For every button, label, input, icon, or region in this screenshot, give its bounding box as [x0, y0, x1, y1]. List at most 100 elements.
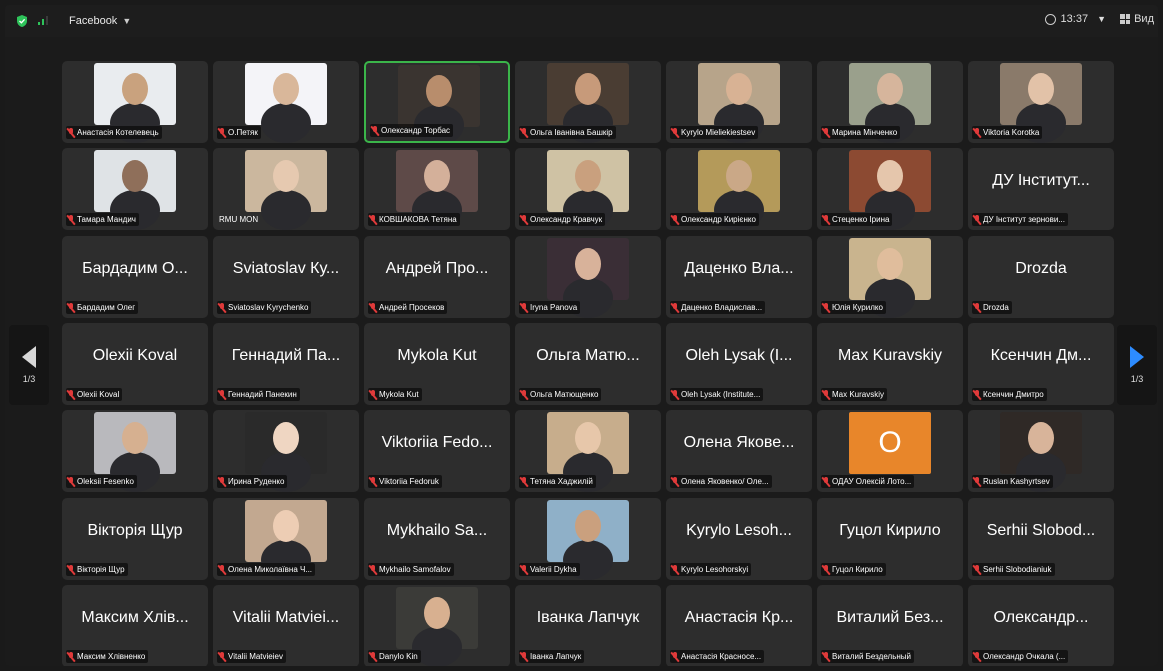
participant-tile[interactable]: Олександр Кирієнко — [666, 148, 812, 230]
participant-tile[interactable]: Kyrylo Mieliekiestsev — [666, 61, 812, 143]
participant-tile[interactable]: КОВШАКОВА Тетяна — [364, 148, 510, 230]
participant-tile[interactable]: Олександр Торбас — [364, 61, 510, 143]
participant-name: Олександр Кирієнко — [681, 215, 756, 224]
participant-name-label: Олександр Торбас — [370, 124, 454, 137]
view-button[interactable]: Вид — [1120, 13, 1154, 25]
participant-tile[interactable]: О.Петяк — [213, 61, 359, 143]
participant-tile[interactable]: Serhii Slobod... Serhii Slobodianiuk — [968, 498, 1114, 580]
meeting-timer[interactable]: 13:37 ▼ — [1044, 13, 1106, 25]
participant-tile[interactable]: Mykola Kut Mykola Kut — [364, 323, 510, 405]
participant-tile[interactable]: Максим Хлів... Максим Хлівненко — [62, 585, 208, 666]
meeting-time: 13:37 — [1060, 13, 1089, 25]
participant-tile[interactable]: Kyrylo Lesoh... Kyrylo Lesohorskyi — [666, 498, 812, 580]
muted-mic-icon — [370, 303, 376, 312]
participant-tile[interactable]: Андрей Про... Андрей Просеков — [364, 236, 510, 318]
participant-tile[interactable]: Олена Якове... Олена Яковенко/ Оле... — [666, 410, 812, 492]
clock-icon — [1044, 13, 1056, 25]
arrow-left-icon — [22, 346, 36, 368]
participant-tile[interactable]: Олександр... Олександр Очкала (... — [968, 585, 1114, 666]
participant-tile[interactable]: Іванка Лапчук Іванка Лапчук — [515, 585, 661, 666]
participant-tile[interactable]: Олександр Кравчук — [515, 148, 661, 230]
participant-gallery: Анастасія Котелевець О.Петяк Олександр Тор… — [62, 61, 1116, 666]
participant-tile[interactable]: Max Kuravskiy Max Kuravskiy — [817, 323, 963, 405]
participant-tile[interactable]: Mykhailo Sa... Mykhailo Samofalov — [364, 498, 510, 580]
participant-tile[interactable]: Гуцол Кирило Гуцол Кирило — [817, 498, 963, 580]
next-page-button[interactable]: 1/3 — [1117, 325, 1157, 405]
participant-tile[interactable]: Олена Миколаївна Ч... — [213, 498, 359, 580]
participant-name: Ксенчин Дмитро — [983, 390, 1044, 399]
participant-tile[interactable]: Oleh Lysak (I... Oleh Lysak (Institute... — [666, 323, 812, 405]
participant-body — [261, 103, 311, 143]
participant-tile[interactable]: Тетяна Хаджилій — [515, 410, 661, 492]
participant-video — [94, 63, 176, 143]
participant-tile[interactable]: O ОДАУ Олексій Лото... — [817, 410, 963, 492]
participant-face — [575, 510, 601, 542]
participant-tile[interactable]: Olexii Koval Olexii Koval — [62, 323, 208, 405]
participant-face — [877, 248, 903, 280]
participant-tile[interactable]: Даценко Вла... Даценко Владислав... — [666, 236, 812, 318]
participant-display-name: Mykola Kut — [397, 347, 477, 364]
participant-name-label: Ксенчин Дмитро — [972, 388, 1047, 401]
participant-body — [261, 190, 311, 230]
participant-tile[interactable]: Бардадим О... Бардадим Олег — [62, 236, 208, 318]
participant-display-name: Ольга Матю... — [536, 347, 640, 364]
participant-tile[interactable]: Viktoriia Fedo... Viktoriia Fedoruk — [364, 410, 510, 492]
participant-tile[interactable]: Ксенчин Дм... Ксенчин Дмитро — [968, 323, 1114, 405]
participant-face — [273, 422, 299, 454]
participant-video — [547, 412, 629, 492]
participant-tile[interactable]: Стеценко Ірина — [817, 148, 963, 230]
participant-name-label: Kyrylo Mieliekiestsev — [670, 126, 759, 139]
participant-display-name: Вікторія Щур — [87, 522, 183, 539]
participant-name: Даценко Владислав... — [681, 303, 763, 312]
participant-tile[interactable]: Тамара Мандич — [62, 148, 208, 230]
participant-tile[interactable]: Анастасія Котелевець — [62, 61, 208, 143]
participant-face — [122, 422, 148, 454]
chevron-down-icon: ▼ — [1097, 14, 1106, 24]
participant-tile[interactable]: Ruslan Kashyrtsev — [968, 410, 1114, 492]
participant-tile[interactable]: Sviatoslav Ку... Sviatoslav Kyrychenko — [213, 236, 359, 318]
participant-tile[interactable]: Vitalii Matviei... Vitalii Matvieiev — [213, 585, 359, 666]
connection-signal-icon[interactable] — [37, 14, 49, 26]
top-bar: Facebook ▼ 13:37 ▼ Вид — [5, 5, 1158, 37]
participant-tile[interactable]: Viktoria Korotka — [968, 61, 1114, 143]
muted-mic-icon — [521, 652, 527, 661]
participant-name-label: Олександр Очкала (... — [972, 650, 1069, 663]
participant-tile[interactable]: Danylo Kin — [364, 585, 510, 666]
participant-tile[interactable]: Ольга Матю... Ольга Матющенко — [515, 323, 661, 405]
participant-name-label: ОДАУ Олексій Лото... — [821, 475, 915, 488]
participant-tile[interactable]: Drozda Drozda — [968, 236, 1114, 318]
app-selector-dropdown[interactable]: Facebook ▼ — [63, 12, 137, 30]
muted-mic-icon — [68, 477, 74, 486]
app-selector-label: Facebook — [69, 15, 118, 27]
participant-name-label: ДУ Інститут зернови... — [972, 213, 1068, 226]
participant-tile[interactable]: Вікторія Щур Вікторія Щур — [62, 498, 208, 580]
participant-tile[interactable]: Iryna Panova — [515, 236, 661, 318]
participant-tile[interactable]: Ольга Іванівна Башкір — [515, 61, 661, 143]
participant-display-name: Виталий Без... — [836, 609, 944, 626]
participant-tile[interactable]: Valerii Dykha — [515, 498, 661, 580]
muted-mic-icon — [823, 128, 829, 137]
participant-name: Kyrylo Lesohorskyi — [681, 565, 749, 574]
participant-name-label: Олександр Кравчук — [519, 213, 606, 226]
participant-name-label: Iryna Panova — [519, 301, 581, 314]
participant-tile[interactable]: Ирина Руденко — [213, 410, 359, 492]
participant-tile[interactable]: Марина Мінченко — [817, 61, 963, 143]
participant-tile[interactable]: Анастасія Кр... Анастасія Красносе... — [666, 585, 812, 666]
participant-face — [575, 160, 601, 192]
previous-page-button[interactable]: 1/3 — [9, 325, 49, 405]
participant-tile[interactable]: Геннадий Па... Геннадий Панекин — [213, 323, 359, 405]
participant-display-name: Геннадий Па... — [231, 347, 341, 364]
participant-tile[interactable]: ДУ Інститут... ДУ Інститут зернови... — [968, 148, 1114, 230]
participant-name: Drozda — [983, 303, 1009, 312]
participant-name-label: Oleksii Fesenko — [66, 475, 137, 488]
participant-face — [122, 73, 148, 105]
participant-tile[interactable]: Юлія Курилко — [817, 236, 963, 318]
participant-tile[interactable]: Виталий Без... Виталий Бездельный — [817, 585, 963, 666]
participant-tile[interactable]: Oleksii Fesenko — [62, 410, 208, 492]
participant-video — [396, 587, 478, 666]
security-shield-icon[interactable] — [15, 14, 29, 28]
participant-tile[interactable]: RMU MON — [213, 148, 359, 230]
participant-video — [245, 412, 327, 492]
participant-name-label: Андрей Просеков — [368, 301, 448, 314]
participant-name-label: Стеценко Ірина — [821, 213, 893, 226]
